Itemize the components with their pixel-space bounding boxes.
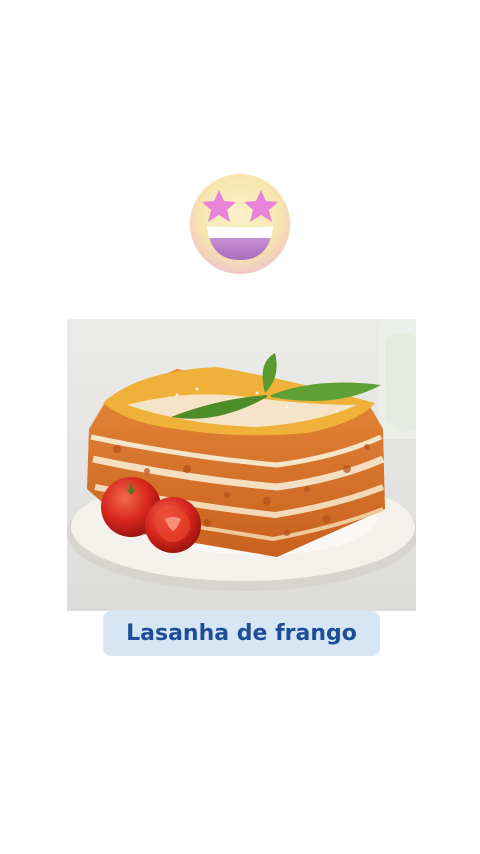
star-struck-emoji-icon xyxy=(188,172,292,276)
story-page: Lasanha de frango xyxy=(0,0,480,854)
caption-title: Lasanha de frango xyxy=(126,621,357,646)
caption-box: Lasanha de frango xyxy=(103,611,380,656)
lasagna-photo xyxy=(67,319,416,611)
